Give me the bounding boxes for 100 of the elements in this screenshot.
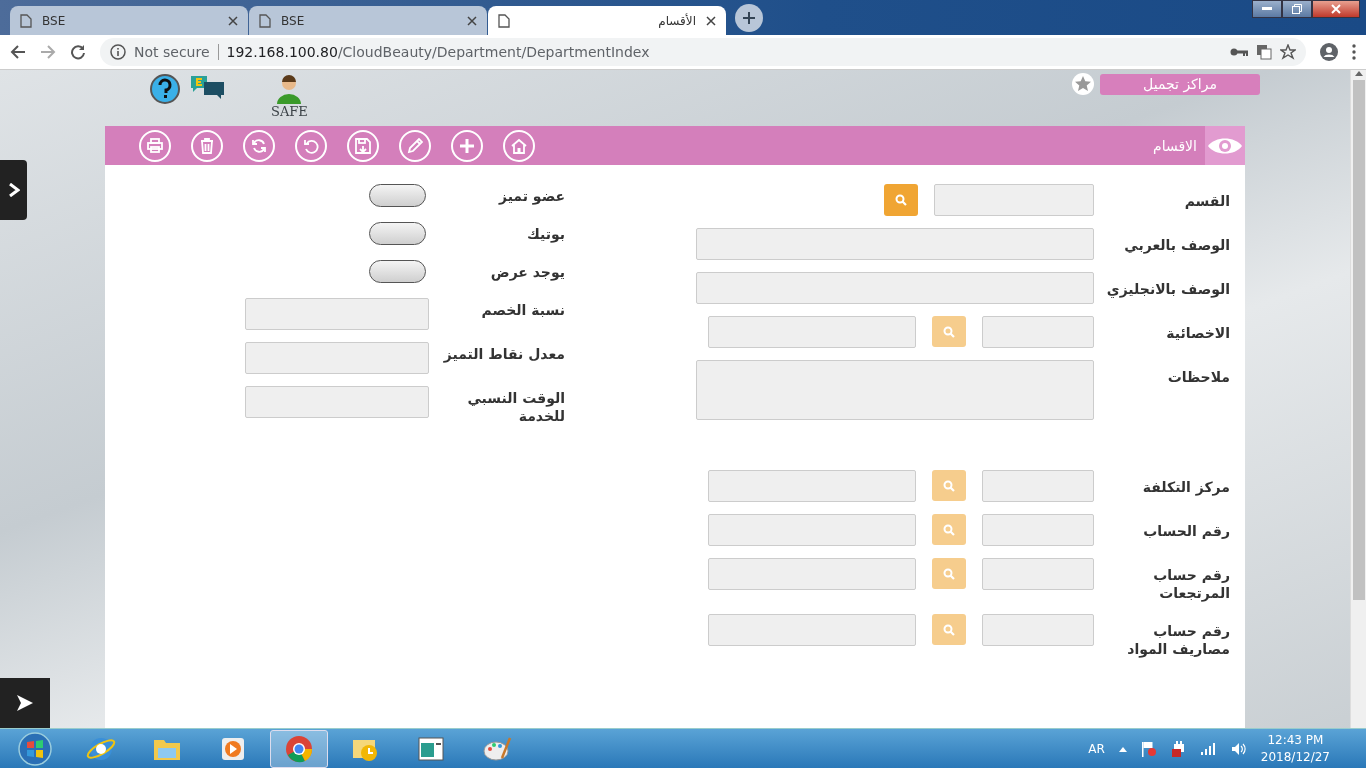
field-label: الوصف بالعربي (1123, 236, 1230, 254)
toggle-switch[interactable] (369, 222, 426, 245)
field-label: مركز التكلفة (1141, 478, 1230, 496)
document-icon (20, 13, 32, 28)
search-icon (943, 325, 955, 338)
toggle-switch[interactable] (369, 260, 426, 283)
center-name-label: مراكز تجميل (1100, 73, 1260, 95)
field-label: رقم حساب مصاريف المواد (1126, 622, 1230, 658)
undo-icon (303, 137, 319, 154)
text-field[interactable] (245, 342, 429, 374)
search-icon (943, 623, 955, 636)
document-icon (259, 13, 271, 28)
edit-button[interactable] (399, 129, 431, 162)
address-bar[interactable]: Not secure 192.168.100.80/CloudBeauty/Department/DepartmentIndex (100, 38, 1306, 66)
windows-logo-icon (18, 731, 52, 766)
code-field[interactable] (982, 614, 1094, 646)
close-icon[interactable] (706, 15, 716, 26)
search-icon (943, 479, 955, 492)
close-icon[interactable] (228, 15, 238, 26)
close-button[interactable] (1312, 0, 1360, 18)
field-label: عضو تميز (497, 187, 565, 205)
field-label: الوصف بالانجليزي (1105, 280, 1230, 298)
clock[interactable]: 12:43 PM 2018/12/27 (1260, 731, 1330, 766)
side-panel-toggle[interactable] (0, 160, 27, 220)
show-hidden-icons-icon[interactable] (1118, 745, 1127, 752)
browser-tab[interactable]: الأقسام (488, 6, 726, 35)
field-label: الاخصائية (1165, 324, 1230, 342)
menu-icon[interactable] (1352, 44, 1356, 60)
forward-icon[interactable] (40, 44, 56, 60)
search-icon (943, 567, 955, 580)
save-icon (355, 137, 371, 154)
field-label: القسم (1183, 192, 1230, 210)
key-icon[interactable] (1230, 47, 1248, 57)
volume-icon[interactable] (1230, 741, 1247, 756)
security-label: Not secure (134, 44, 219, 60)
browser-tab[interactable]: BSE (10, 6, 248, 35)
field-label: ملاحظات (1166, 368, 1230, 386)
refresh-button[interactable] (243, 129, 275, 162)
minimize-icon (1262, 7, 1272, 11)
delete-button[interactable] (191, 129, 223, 162)
text-field[interactable] (245, 298, 429, 330)
star-icon[interactable] (1280, 44, 1296, 60)
info-icon (110, 44, 126, 60)
back-icon[interactable] (10, 44, 26, 60)
text-field[interactable] (934, 184, 1094, 216)
field-label: نسبة الخصم (480, 301, 565, 319)
name-field[interactable] (708, 614, 916, 646)
field-label: معدل نقاط التميز (442, 345, 565, 363)
add-button[interactable] (451, 129, 483, 162)
toggle-switch[interactable] (369, 184, 426, 207)
new-tab-button[interactable] (735, 4, 763, 32)
reload-icon[interactable] (70, 44, 86, 60)
language-indicator[interactable]: AR (1088, 741, 1105, 756)
code-field[interactable] (982, 316, 1094, 348)
taskbar-app-button[interactable] (270, 729, 328, 768)
name-field[interactable] (708, 470, 916, 502)
name-field[interactable] (708, 514, 916, 546)
close-icon[interactable] (467, 15, 477, 26)
signal-icon[interactable] (1200, 742, 1217, 755)
restore-button[interactable] (1282, 0, 1312, 18)
name-field[interactable] (708, 558, 916, 590)
undo-button[interactable] (295, 129, 327, 162)
document-icon (498, 13, 510, 28)
clock-date: 2018/12/27 (1260, 748, 1330, 766)
text-field[interactable] (696, 228, 1094, 260)
edit-icon (407, 137, 423, 154)
flag-error-icon[interactable] (1140, 740, 1157, 757)
text-field[interactable] (245, 386, 429, 418)
translate-icon[interactable] (1256, 44, 1272, 60)
power-error-icon[interactable] (1170, 740, 1187, 757)
add-icon (459, 137, 475, 154)
code-field[interactable] (982, 470, 1094, 502)
field-label: يوجد عرض (489, 263, 565, 281)
field-label: بوتيك (525, 225, 565, 243)
browser-tab[interactable]: BSE (249, 6, 487, 35)
side-panel-toggle[interactable] (0, 678, 50, 728)
print-button[interactable] (139, 129, 171, 162)
code-field[interactable] (982, 514, 1094, 546)
scrollbar[interactable] (1350, 70, 1366, 728)
save-button[interactable] (347, 129, 379, 162)
close-icon (1331, 4, 1341, 14)
clock-time: 12:43 PM (1267, 731, 1324, 749)
name-field[interactable] (708, 316, 916, 348)
toolbar-title: الاقسام (1153, 137, 1197, 154)
text-field[interactable] (696, 272, 1094, 304)
field-label: الوقت النسبي للخدمة (466, 389, 565, 425)
user-icon[interactable] (275, 74, 304, 104)
code-field[interactable] (982, 558, 1094, 590)
minimize-button[interactable] (1252, 0, 1282, 18)
delete-icon (199, 137, 215, 154)
account-icon[interactable] (1320, 43, 1338, 61)
home-button[interactable] (503, 129, 535, 162)
search-button[interactable] (884, 184, 918, 216)
arrow-right-icon (16, 694, 34, 712)
chevron-right-icon (7, 183, 20, 197)
url-text: 192.168.100.80/CloudBeauty/Department/DepartmentIndex (226, 44, 650, 60)
help-icon[interactable] (150, 74, 180, 104)
notes-field[interactable] (696, 360, 1094, 420)
scrollbar-thumb[interactable] (1352, 80, 1365, 600)
refresh-icon (251, 137, 267, 154)
